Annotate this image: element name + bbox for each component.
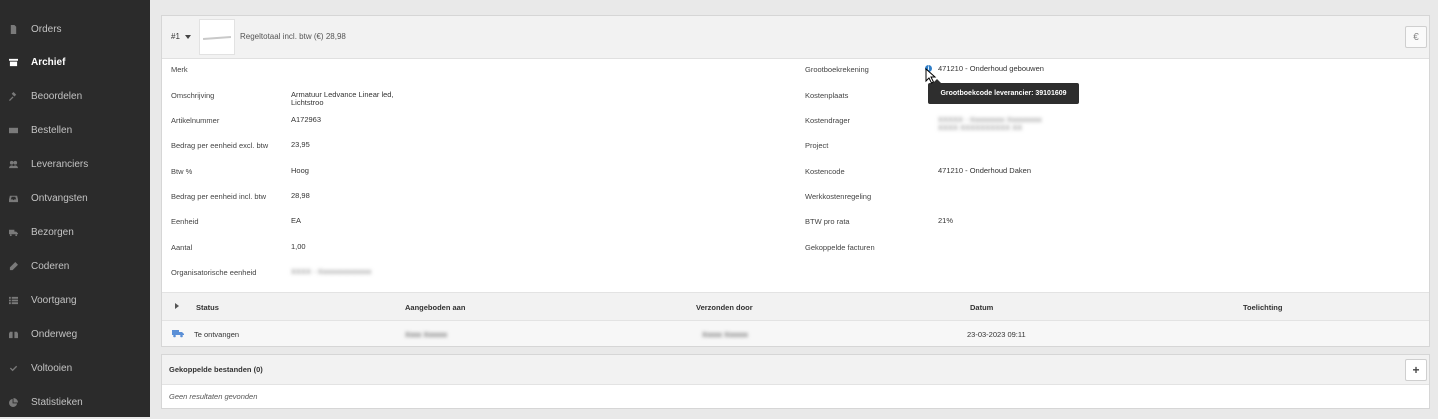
linked-files-card: Gekoppelde bestanden (0) + Geen resultat…	[161, 354, 1430, 409]
users-icon	[8, 159, 18, 169]
line-total: Regeltotaal incl. btw (€) 28,98	[240, 32, 346, 41]
field-label-merk: Merk	[171, 65, 188, 74]
inbox-icon	[8, 193, 18, 203]
sidebar-item-beoordelen[interactable]: Beoordelen	[0, 79, 150, 113]
column-header-note: Toelichting	[1243, 303, 1283, 312]
field-label-kostenplaats: Kostenplaats	[805, 91, 849, 100]
order-line-header: #1 Regeltotaal incl. btw (€) 28,98 €	[162, 16, 1429, 59]
column-header-offered-to: Aangeboden aan	[405, 303, 466, 312]
sidebar-item-voortgang[interactable]: Voortgang	[0, 283, 150, 317]
sidebar: Orders Archief Beoordelen Bestellen Leve…	[0, 0, 150, 417]
field-value-kostendrager: XXXXX - Xxxxxxxxx Xxxxxxxxx XXXX XXXXXXX…	[938, 115, 1042, 132]
sidebar-item-onderweg[interactable]: Onderweg	[0, 317, 150, 351]
linked-files-header: Gekoppelde bestanden (0) +	[162, 355, 1429, 385]
field-value-btw: Hoog	[291, 166, 309, 175]
gavel-icon	[8, 91, 18, 101]
sidebar-item-label: Voltooien	[31, 362, 73, 374]
sidebar-item-voltooien[interactable]: Voltooien	[0, 351, 150, 385]
sidebar-item-label: Archief	[31, 56, 66, 68]
field-value-bedrag-excl: 23,95	[291, 140, 310, 149]
field-value-aantal: 1,00	[291, 242, 306, 251]
sidebar-item-orders[interactable]: Orders	[0, 12, 150, 46]
currency-button[interactable]: €	[1405, 26, 1427, 48]
field-value-kostencode: 471210 - Onderhoud Daken	[938, 166, 1031, 175]
cell-sent-by: Xxxxx Xxxxxx	[702, 330, 748, 339]
sidebar-item-label: Bestellen	[31, 124, 73, 136]
column-header-sent-by: Verzonden door	[696, 303, 753, 312]
field-label-btw-pro-rata: BTW pro rata	[805, 217, 850, 226]
field-label-aantal: Aantal	[171, 243, 193, 252]
sidebar-item-ontvangsten[interactable]: Ontvangsten	[0, 181, 150, 215]
sidebar-item-bezorgen[interactable]: Bezorgen	[0, 215, 150, 249]
cell-offered-to: Xxxx Xxxxxx	[405, 330, 448, 339]
status-table-header: Status Aangeboden aan Verzonden door Dat…	[162, 292, 1429, 321]
linked-files-title: Gekoppelde bestanden (0)	[169, 365, 263, 374]
truck-icon	[172, 330, 184, 338]
mouse-cursor-icon	[925, 68, 937, 84]
field-label-eenheid: Eenheid	[171, 217, 199, 226]
product-thumbnail	[199, 19, 235, 55]
envelope-icon	[8, 125, 18, 135]
sidebar-item-label: Orders	[31, 23, 62, 35]
field-label-bedrag-excl: Bedrag per eenheid excl. btw	[171, 141, 269, 150]
field-value-bedrag-incl: 28,98	[291, 191, 310, 200]
field-label-kostendrager: Kostendrager	[805, 116, 851, 125]
field-label-project: Project	[805, 141, 829, 150]
pencil-icon	[8, 261, 18, 271]
field-label-omschrijving: Omschrijving	[171, 91, 215, 100]
tooltip: Grootboekcode leverancier: 39101609	[928, 83, 1079, 104]
binoculars-icon	[8, 329, 18, 339]
sidebar-item-statistieken[interactable]: Statistieken	[0, 385, 150, 419]
column-header-date: Datum	[970, 303, 994, 312]
file-icon	[8, 24, 18, 34]
sidebar-item-label: Ontvangsten	[31, 192, 88, 204]
field-value-grootboekrekening: 471210 - Onderhoud gebouwen	[938, 64, 1044, 73]
sidebar-item-bestellen[interactable]: Bestellen	[0, 113, 150, 147]
field-value-omschrijving: Armatuur Ledvance Linear led, Lichtstroo	[291, 90, 394, 107]
column-header-status: Status	[196, 303, 219, 312]
order-line-card: #1 Regeltotaal incl. btw (€) 28,98 € Mer…	[161, 15, 1430, 347]
field-label-grootboekrekening: Grootboekrekening	[805, 65, 869, 74]
cell-date: 23-03-2023 09:11	[967, 330, 1026, 339]
check-icon	[8, 363, 18, 373]
pie-chart-icon	[8, 397, 18, 407]
sidebar-item-label: Coderen	[31, 260, 70, 272]
sidebar-item-leveranciers[interactable]: Leveranciers	[0, 147, 150, 181]
main-content: #1 Regeltotaal incl. btw (€) 28,98 € Mer…	[150, 0, 1438, 417]
field-label-kostencode: Kostencode	[805, 167, 845, 176]
chevron-down-icon[interactable]	[185, 35, 191, 39]
field-label-werkkostenregeling: Werkkostenregeling	[805, 192, 872, 201]
field-label-bedrag-incl: Bedrag per eenheid incl. btw	[171, 192, 267, 201]
table-row: Te ontvangen Xxxx Xxxxxx Xxxxx Xxxxxx 23…	[162, 321, 1429, 346]
list-icon	[8, 295, 18, 305]
sidebar-item-label: Leveranciers	[31, 158, 89, 170]
field-value-eenheid: EA	[291, 216, 302, 225]
field-value-org-eenheid: XXXX - Xxxxxxxxxxxxxx	[291, 267, 372, 276]
field-value-btw-pro-rata: 21%	[938, 216, 954, 225]
line-number: #1	[171, 32, 180, 41]
sidebar-item-label: Bezorgen	[31, 226, 74, 238]
sidebar-item-coderen[interactable]: Coderen	[0, 249, 150, 283]
sidebar-item-label: Beoordelen	[31, 90, 83, 102]
sidebar-item-label: Voortgang	[31, 294, 77, 306]
truck-icon	[8, 227, 18, 237]
empty-results-text: Geen resultaten gevonden	[169, 392, 258, 401]
add-file-button[interactable]: +	[1405, 359, 1427, 381]
field-label-artikelnummer: Artikelnummer	[171, 116, 220, 125]
sidebar-item-label: Onderweg	[31, 328, 78, 340]
sidebar-item-archief[interactable]: Archief	[0, 45, 150, 79]
archive-icon	[8, 57, 18, 67]
sidebar-item-label: Statistieken	[31, 396, 83, 408]
field-label-btw: Btw %	[171, 167, 193, 176]
expand-toggle-icon[interactable]	[175, 303, 179, 309]
field-label-org-eenheid: Organisatorische eenheid	[171, 268, 257, 277]
cell-status: Te ontvangen	[194, 330, 240, 339]
field-label-gekoppelde-facturen: Gekoppelde facturen	[805, 243, 875, 252]
field-value-artikelnummer: A172963	[291, 115, 322, 124]
